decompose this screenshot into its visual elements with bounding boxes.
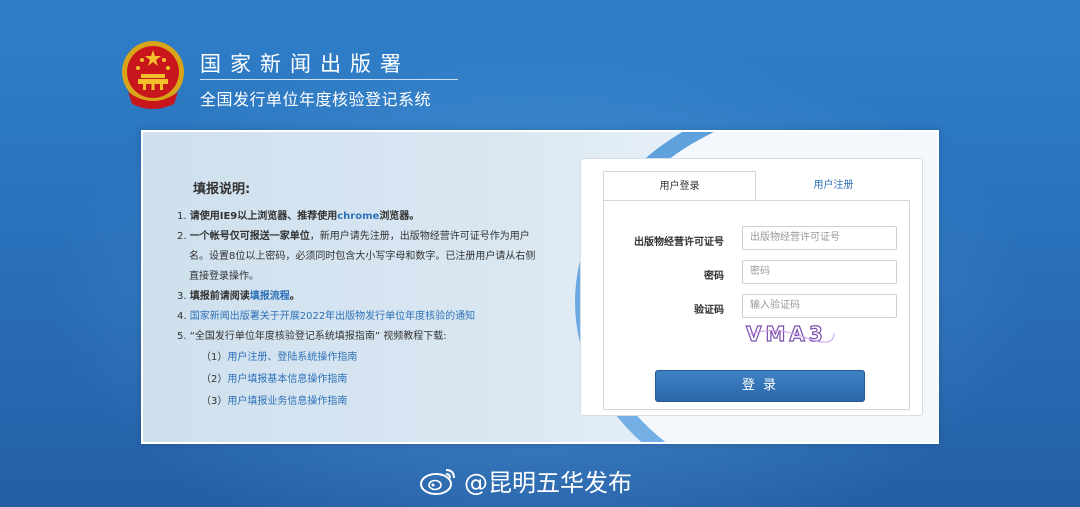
header: 国家新闻出版署 全国发行单位年度核验登记系统 [118, 38, 478, 118]
guide-item: （1）用户注册、登陆系统操作指南 [177, 347, 547, 369]
password-input[interactable]: 密码 [742, 260, 897, 284]
license-label: 出版物经营许可证号 [634, 237, 724, 248]
login-form: 出版物经营许可证号 出版物经营许可证号 密码 密码 验证码 输入验证码 VMA3… [603, 200, 910, 410]
instruction-item-3: 3. 填报前请阅读填报流程。 [177, 287, 547, 307]
guide-link-business-info[interactable]: 用户填报业务信息操作指南 [227, 396, 347, 407]
national-emblem-icon [122, 41, 184, 109]
tab-register[interactable]: 用户注册 [757, 171, 910, 201]
password-label: 密码 [704, 271, 724, 282]
captcha-input[interactable]: 输入验证码 [742, 294, 897, 318]
guide-item: （2）用户填报基本信息操作指南 [177, 369, 547, 391]
login-button[interactable]: 登 录 [655, 370, 865, 402]
instruction-text-line: 直接登录操作。 [189, 271, 259, 282]
item-number: 2. [177, 231, 190, 242]
agency-title: 国家新闻出版署 [200, 52, 410, 76]
instruction-text: ，新用户请先注册，出版物经营许可证号作为用户 [309, 231, 530, 242]
tab-login[interactable]: 用户登录 [603, 171, 756, 201]
instruction-item-2: 2. 一个帐号仅可报送一家单位，新用户请先注册，出版物经营许可证号作为用户 [177, 227, 547, 247]
instructions: 填报说明: 1. 请使用IE9以上浏览器、推荐使用chrome浏览器。 2. 一… [177, 178, 547, 413]
captcha-text: VMA3 [746, 322, 827, 346]
chrome-link[interactable]: chrome [337, 211, 379, 222]
guide-link-basic-info[interactable]: 用户填报基本信息操作指南 [227, 374, 347, 385]
item-number: 3. [177, 291, 190, 302]
license-input[interactable]: 出版物经营许可证号 [742, 226, 897, 250]
instruction-text-line: 名。设置8位以上密码，必须同时包含大小写字母和数字。已注册用户请从右侧 [189, 251, 536, 262]
guide-number: （2） [201, 374, 228, 385]
guide-number: （3） [201, 396, 228, 407]
watermark-text: @昆明五华发布 [464, 468, 632, 497]
instruction-text: 填报前请阅读 [189, 291, 250, 302]
weibo-icon [420, 469, 455, 495]
watermark: @昆明五华发布 [418, 462, 632, 498]
instruction-text: 请使用IE9以上浏览器、推荐使用 [189, 211, 338, 222]
instruction-text: 。 [289, 291, 300, 302]
instruction-text: 浏览器。 [379, 211, 420, 222]
captcha-image[interactable]: VMA3 [744, 319, 836, 347]
item-number: 4. [177, 311, 190, 322]
guide-item: （3）用户填报业务信息操作指南 [177, 391, 547, 413]
process-link[interactable]: 填报流程 [250, 291, 290, 302]
captcha-label: 验证码 [694, 305, 724, 316]
instruction-item-4: 4. 国家新闻出版署关于开展2022年出版物发行单位年度核验的通知 [177, 307, 547, 327]
instruction-bold-text: 一个帐号仅可报送一家单位 [189, 231, 310, 242]
instructions-title: 填报说明: [193, 182, 251, 197]
guide-link-register[interactable]: 用户注册、登陆系统操作指南 [227, 352, 357, 363]
login-card: 用户登录 用户注册 出版物经营许可证号 出版物经营许可证号 密码 密码 验证码 … [580, 158, 923, 416]
guide-number: （1） [201, 352, 228, 363]
instruction-item-5: 5. “全国发行单位年度核验登记系统填报指南” 视频教程下载: [177, 331, 447, 342]
system-subtitle: 全国发行单位年度核验登记系统 [200, 90, 432, 109]
main-panel: 填报说明: 1. 请使用IE9以上浏览器、推荐使用chrome浏览器。 2. 一… [141, 130, 939, 444]
instruction-item-1: 1. 请使用IE9以上浏览器、推荐使用chrome浏览器。 [177, 207, 547, 227]
notice-link[interactable]: 国家新闻出版署关于开展2022年出版物发行单位年度核验的通知 [190, 311, 475, 322]
item-number: 1. [177, 211, 190, 222]
title-divider [200, 79, 458, 80]
